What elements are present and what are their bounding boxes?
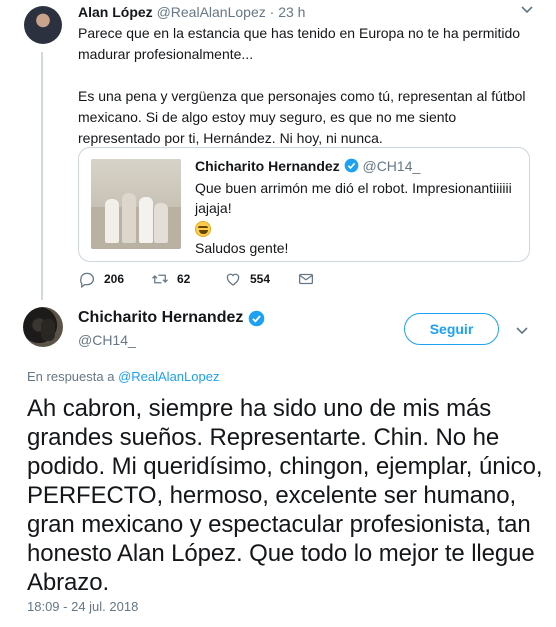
reply-count: 206 — [104, 272, 125, 286]
quoted-tweet-text: Que buen arrimón me dió el robot. Impres… — [195, 178, 520, 258]
main-tweet-author[interactable]: Chicharito Hernandez — [78, 309, 265, 327]
envelope-icon — [298, 273, 314, 285]
reply-prefix: En respuesta a — [27, 369, 115, 384]
author-name[interactable]: Chicharito Hernandez — [78, 309, 243, 327]
separator: · — [269, 4, 275, 20]
reply-handle-link[interactable]: @RealAlanLopez — [118, 369, 219, 384]
verified-badge-icon — [344, 158, 358, 173]
retweet-button[interactable]: 62 — [151, 270, 190, 288]
avatar[interactable] — [24, 6, 62, 44]
rolling-on-floor-laughing-emoji-icon — [195, 221, 211, 238]
tweet-paragraph: Parece que en la estancia que has tenido… — [78, 25, 521, 62]
quoted-tweet-image — [91, 159, 181, 249]
chevron-down-icon[interactable] — [515, 326, 529, 336]
retweet-count: 62 — [177, 272, 191, 286]
quoted-author-handle: @CH14_ — [362, 158, 421, 174]
author-handle[interactable]: @RealAlanLopez — [157, 4, 266, 20]
reply-icon — [80, 272, 95, 288]
like-count: 554 — [250, 272, 271, 286]
direct-message-button[interactable] — [297, 270, 315, 288]
avatar[interactable] — [23, 307, 63, 347]
quoted-author-name: Chicharito Hernandez — [195, 158, 340, 174]
author-name[interactable]: Alan López — [78, 4, 153, 20]
main-tweet-text: Ah cabron, siempre ha sido uno de mis má… — [27, 395, 543, 596]
author-handle[interactable]: @CH14_ — [78, 332, 136, 348]
tweet-time[interactable]: 23 h — [278, 4, 305, 20]
reply-context: En respuesta a @RealAlanLopez — [27, 369, 219, 384]
quoted-tweet-header: Chicharito Hernandez @CH14_ — [195, 158, 420, 174]
quoted-text-line: Que buen arrimón me dió el robot. Impres… — [195, 180, 512, 216]
retweet-icon — [152, 274, 168, 284]
reply-button[interactable]: 206 — [78, 270, 124, 288]
tweet-actions: 206 62 554 — [78, 270, 378, 292]
like-button[interactable]: 554 — [224, 270, 270, 288]
heart-icon — [226, 273, 240, 286]
reply-tweet-header: Alan López @RealAlanLopez · 23 h — [78, 4, 305, 20]
quoted-tweet-card[interactable]: Chicharito Hernandez @CH14_ Que buen arr… — [78, 147, 530, 262]
tweet-timestamp[interactable]: 18:09 - 24 jul. 2018 — [27, 599, 138, 614]
thread-connector-line — [41, 52, 43, 300]
chevron-down-icon[interactable] — [520, 5, 534, 15]
verified-badge-icon — [249, 310, 265, 326]
follow-button[interactable]: Seguir — [404, 313, 499, 345]
tweet-paragraph: Es una pena y vergüenza que personajes c… — [78, 88, 526, 146]
quoted-text-line: Saludos gente! — [195, 240, 289, 256]
